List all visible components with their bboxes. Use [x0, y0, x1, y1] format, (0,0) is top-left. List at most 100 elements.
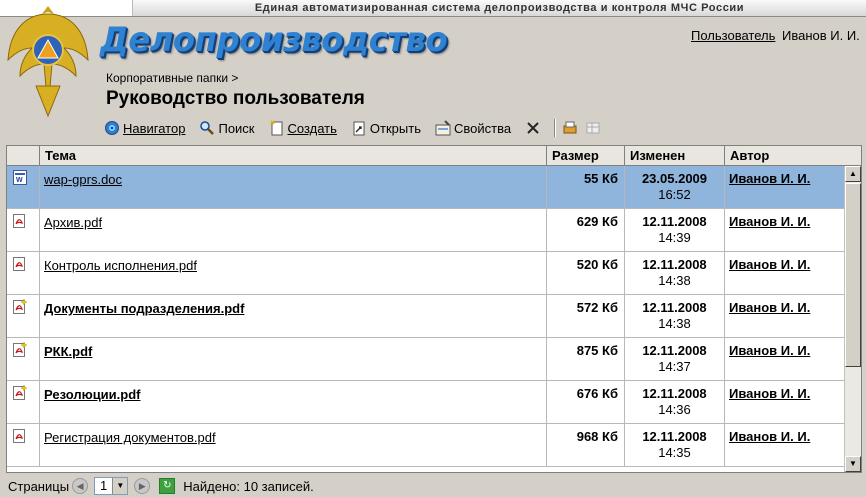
svg-text:W: W	[16, 177, 23, 184]
system-title-bar: Единая автоматизированная система делопр…	[0, 0, 866, 17]
author-link[interactable]: Иванов И. И.	[729, 171, 810, 186]
header-icon-col	[7, 146, 40, 165]
print-button[interactable]	[562, 120, 581, 136]
delete-button[interactable]	[525, 120, 544, 136]
author-link[interactable]: Иванов И. И.	[729, 300, 810, 315]
header-subject[interactable]: Тема	[40, 146, 547, 165]
author-cell: Иванов И. И.	[725, 381, 844, 424]
pdf-new-icon	[13, 299, 27, 314]
pdf-icon	[13, 214, 25, 228]
document-link[interactable]: wap-gprs.doc	[44, 172, 122, 187]
table-row[interactable]: Wwap-gprs.doc 55 Кб 23.05.2009 16:52 Иванов …	[7, 166, 844, 209]
navigator-icon	[105, 121, 119, 135]
row-icon-cell: W	[7, 166, 40, 209]
author-link[interactable]: Иванов И. И.	[729, 343, 810, 358]
document-link[interactable]: РКК.pdf	[44, 344, 92, 359]
document-link[interactable]: Регистрация документов.pdf	[44, 430, 216, 445]
breadcrumb[interactable]: Корпоративные папки >	[106, 71, 238, 85]
modified-date: 12.11.2008	[642, 300, 707, 315]
document-link[interactable]: Документы подразделения.pdf	[44, 301, 244, 316]
header-size[interactable]: Размер	[547, 146, 625, 165]
create-label: Создать	[287, 120, 337, 136]
open-label: Открыть	[369, 120, 421, 136]
properties-button[interactable]: Свойства	[435, 120, 511, 136]
search-button[interactable]: Поиск	[199, 120, 255, 136]
author-link[interactable]: Иванов И. И.	[729, 214, 810, 229]
vertical-scrollbar[interactable]: ▲ ▼	[844, 166, 861, 472]
author-link[interactable]: Иванов И. И.	[729, 257, 810, 272]
system-title: Единая автоматизированная система делопр…	[132, 0, 866, 16]
found-count: Найдено: 10 записей.	[183, 478, 314, 494]
author-cell: Иванов И. И.	[725, 209, 844, 252]
size-cell: 55 Кб	[547, 166, 625, 209]
next-page-button[interactable]: ▶	[134, 478, 151, 494]
table-row[interactable]: Регистрация документов.pdf 968 Кб 12.11.20…	[7, 424, 844, 467]
print-icon	[563, 121, 577, 134]
open-document-icon	[353, 121, 365, 136]
modified-cell: 12.11.2008 14:37	[625, 338, 725, 381]
modified-time: 14:37	[658, 359, 691, 374]
header-author[interactable]: Автор	[725, 146, 861, 165]
pdf-new-icon	[13, 342, 27, 357]
header-modified[interactable]: Изменен	[625, 146, 725, 165]
prev-page-button[interactable]: ◀	[72, 478, 89, 494]
document-link[interactable]: Контроль исполнения.pdf	[44, 258, 197, 273]
document-link[interactable]: Архив.pdf	[44, 215, 102, 230]
row-icon-cell	[7, 252, 40, 295]
export-button[interactable]	[585, 120, 604, 136]
modified-cell: 23.05.2009 16:52	[625, 166, 725, 209]
page-select[interactable]: 1 ▼	[94, 477, 129, 495]
table-row[interactable]: Контроль исполнения.pdf 520 Кб 12.11.2008 1…	[7, 252, 844, 295]
author-cell: Иванов И. И.	[725, 295, 844, 338]
documents-table: Тема Размер Изменен Автор Wwap-gprs.doc 5…	[6, 145, 862, 473]
subject-cell: Резолюции.pdf	[40, 381, 547, 424]
row-icon-cell	[7, 295, 40, 338]
row-icon-cell	[7, 381, 40, 424]
size-cell: 875 Кб	[547, 338, 625, 381]
table-row[interactable]: Резолюции.pdf 676 Кб 12.11.2008 14:36 Иванов…	[7, 381, 844, 424]
modified-cell: 12.11.2008 14:35	[625, 424, 725, 467]
document-link[interactable]: Резолюции.pdf	[44, 387, 141, 402]
pages-label: Страницы	[8, 478, 70, 494]
word-doc-icon: W	[13, 170, 27, 185]
subject-cell: Документы подразделения.pdf	[40, 295, 547, 338]
author-cell: Иванов И. И.	[725, 166, 844, 209]
subject-cell: РКК.pdf	[40, 338, 547, 381]
author-link[interactable]: Иванов И. И.	[729, 429, 810, 444]
open-button[interactable]: Открыть	[351, 120, 421, 136]
modified-time: 14:38	[658, 316, 691, 331]
navigator-button[interactable]: Навигатор	[104, 120, 185, 136]
subject-cell: Контроль исполнения.pdf	[40, 252, 547, 295]
user-link[interactable]: Пользователь	[691, 28, 775, 43]
table-row[interactable]: РКК.pdf 875 Кб 12.11.2008 14:37 Иванов И. И.	[7, 338, 844, 381]
table-row[interactable]: Архив.pdf 629 Кб 12.11.2008 14:39 Иванов И. …	[7, 209, 844, 252]
modified-date: 12.11.2008	[642, 343, 707, 358]
author-link[interactable]: Иванов И. И.	[729, 386, 810, 401]
new-document-icon	[269, 120, 282, 136]
modified-date: 12.11.2008	[642, 257, 707, 272]
modified-cell: 12.11.2008 14:38	[625, 252, 725, 295]
scroll-thumb[interactable]	[845, 183, 861, 367]
table-row[interactable]: Документы подразделения.pdf 572 Кб 12.11.2…	[7, 295, 844, 338]
modified-date: 12.11.2008	[642, 429, 707, 444]
modified-cell: 12.11.2008 14:38	[625, 295, 725, 338]
subject-cell: Регистрация документов.pdf	[40, 424, 547, 467]
row-icon-cell	[7, 424, 40, 467]
close-icon	[527, 122, 539, 134]
refresh-icon[interactable]: ↻	[159, 478, 176, 494]
user-name: Иванов И. И.	[782, 28, 860, 43]
scroll-down-button[interactable]: ▼	[845, 456, 861, 472]
modified-time: 16:52	[658, 187, 691, 202]
row-icon-cell	[7, 209, 40, 252]
size-cell: 629 Кб	[547, 209, 625, 252]
search-label: Поиск	[218, 120, 255, 136]
author-cell: Иванов И. И.	[725, 252, 844, 295]
page-value: 1	[100, 478, 108, 493]
chevron-down-icon: ▼	[112, 478, 128, 494]
toolbar-separator	[554, 119, 557, 137]
table-body: Wwap-gprs.doc 55 Кб 23.05.2009 16:52 Иванов …	[7, 166, 844, 467]
create-button[interactable]: Создать	[269, 120, 337, 136]
table-icon	[586, 122, 600, 134]
author-cell: Иванов И. И.	[725, 338, 844, 381]
scroll-up-button[interactable]: ▲	[845, 166, 861, 182]
